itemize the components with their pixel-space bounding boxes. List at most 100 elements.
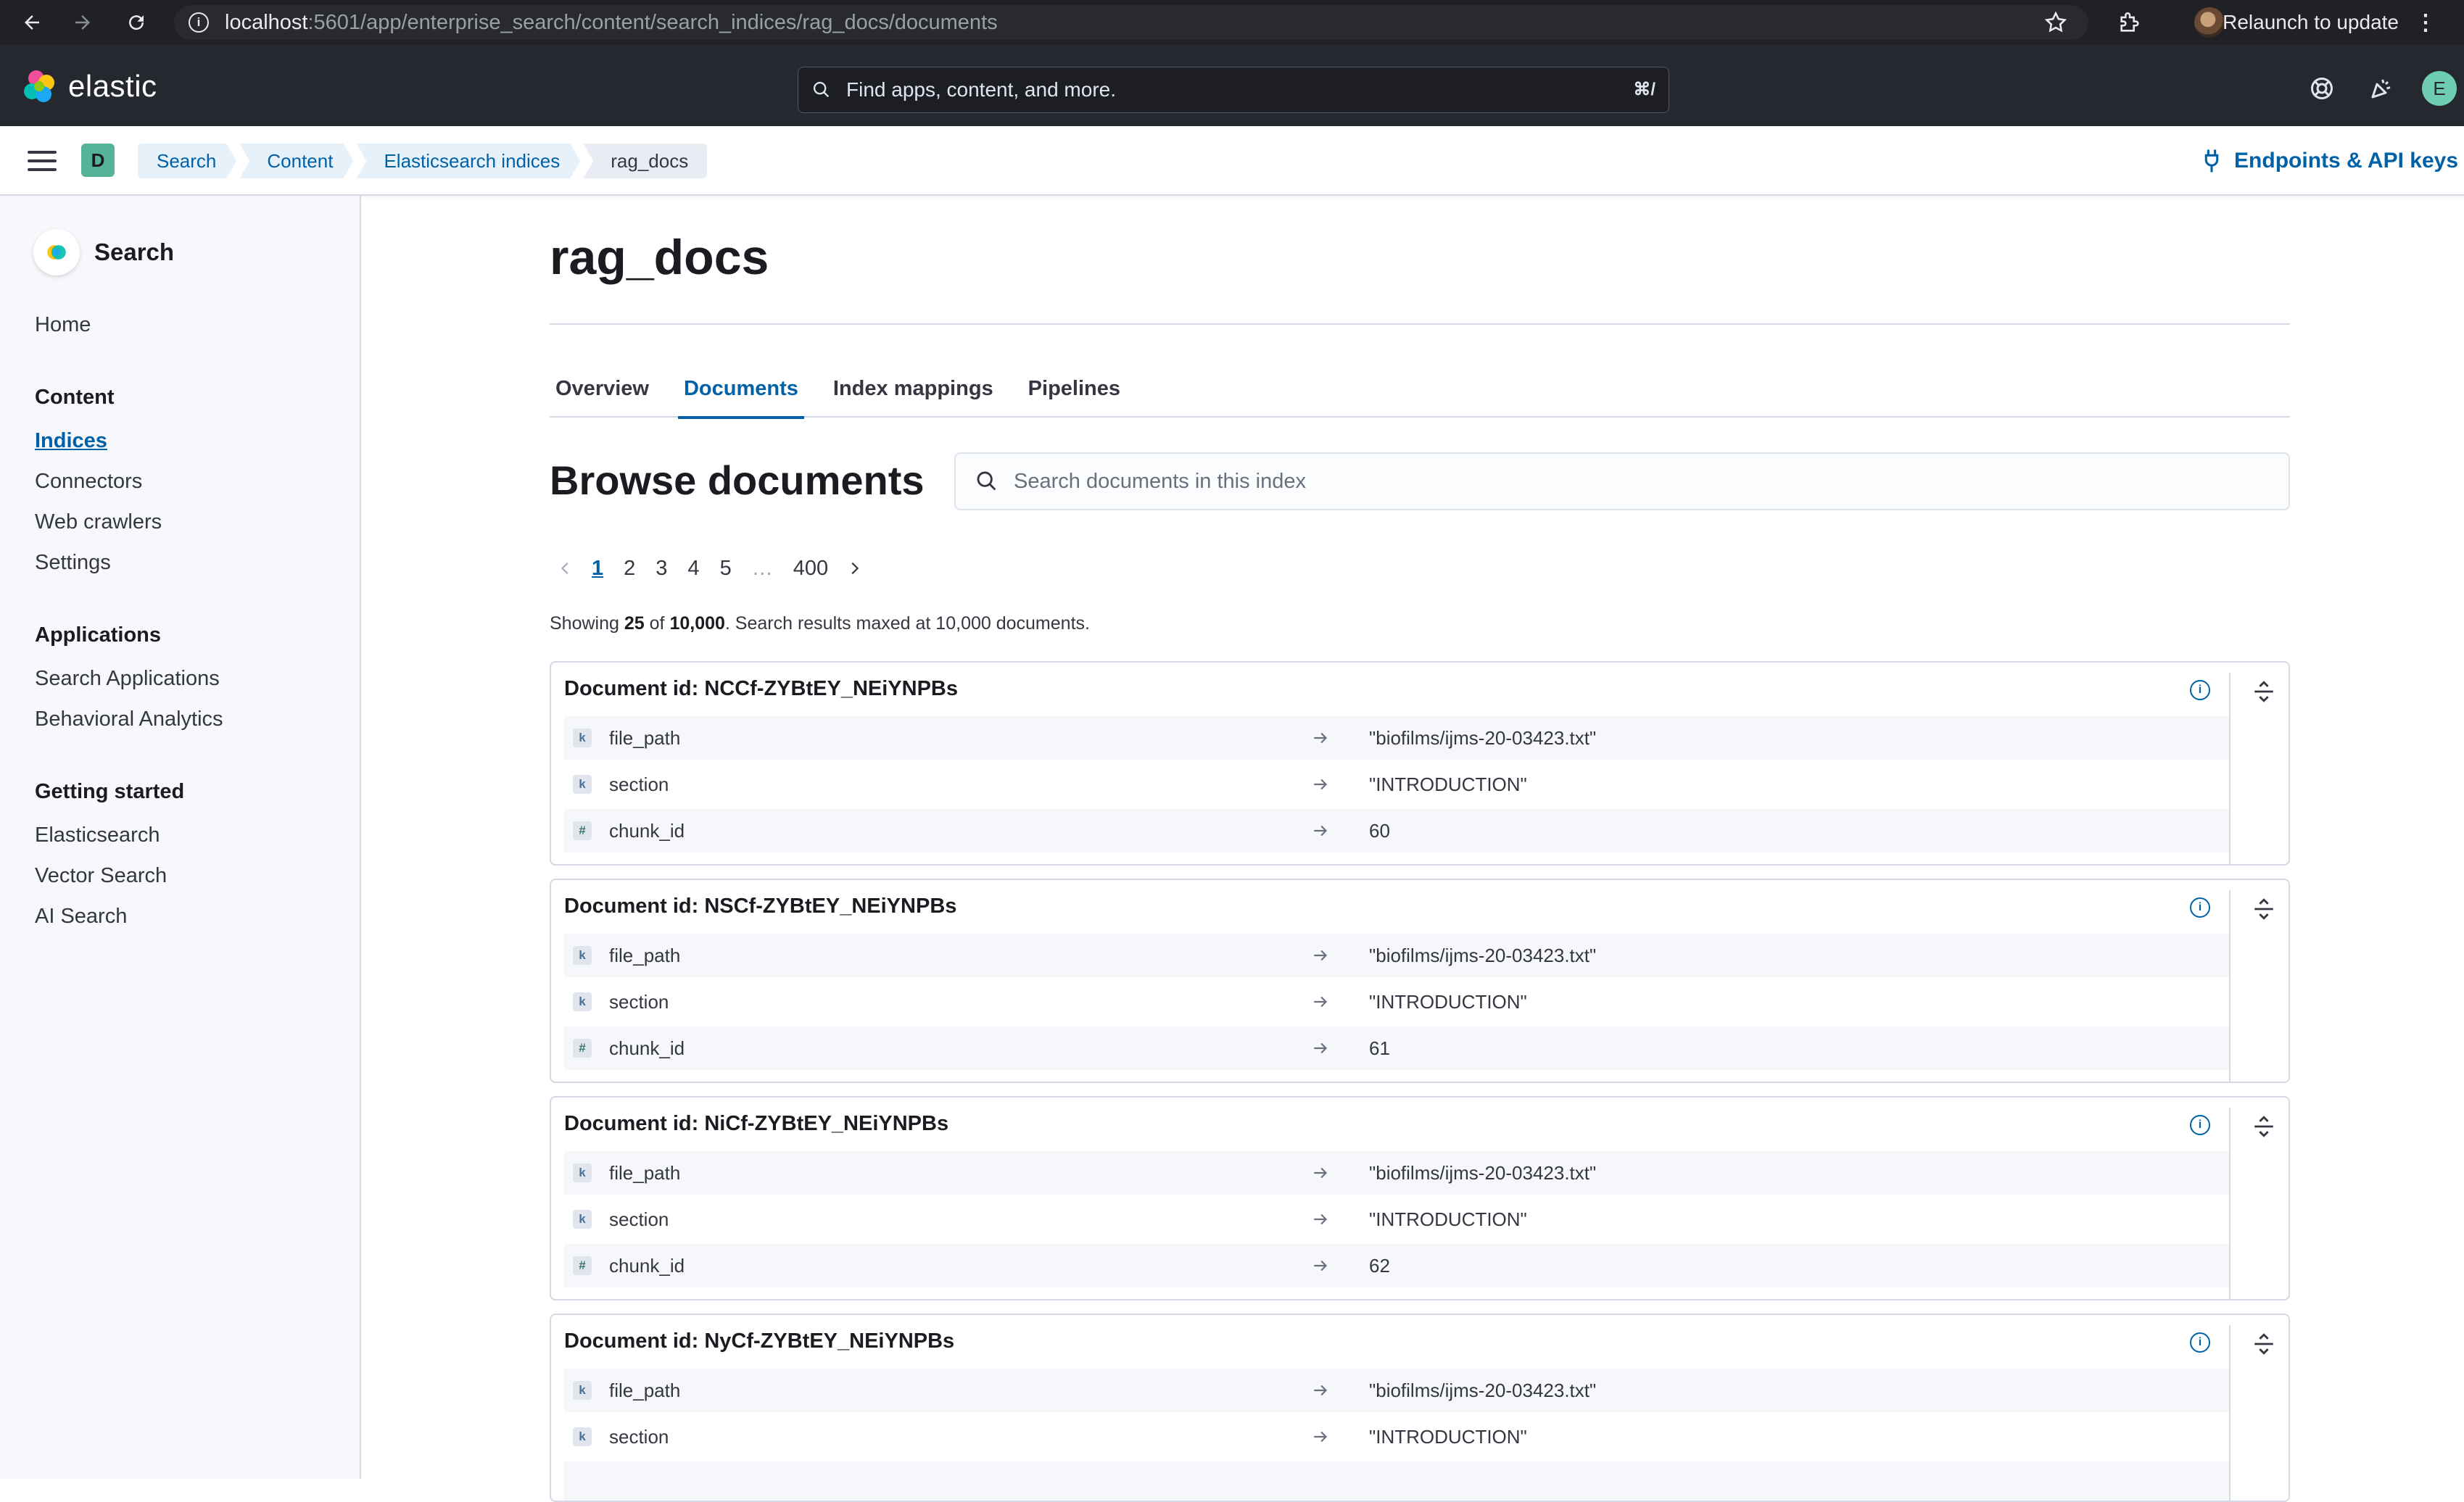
next-page-icon[interactable]: [838, 552, 870, 584]
keyword-type-icon: k: [573, 1427, 592, 1446]
field-row: k file_path "biofilms/ijms-20-03423.txt": [564, 1369, 2229, 1412]
field-value: 60: [1369, 819, 1390, 842]
site-info-icon[interactable]: i: [189, 12, 209, 33]
bookmark-star-icon[interactable]: [2043, 0, 2068, 45]
side-navigation: Search Home Content Indices Connectors W…: [0, 196, 361, 1479]
user-avatar[interactable]: E: [2422, 71, 2457, 106]
expand-document-icon[interactable]: [2245, 1108, 2283, 1145]
sidenav-item-behavioral-analytics[interactable]: Behavioral Analytics: [35, 708, 223, 731]
field-value: "INTRODUCTION": [1369, 990, 1527, 1013]
tab-index-mappings[interactable]: Index mappings: [827, 368, 999, 418]
field-value: 61: [1369, 1037, 1390, 1059]
field-row: # chunk_id 62: [564, 1244, 2229, 1287]
sidenav-group-applications: Applications: [35, 623, 162, 647]
menu-toggle-icon[interactable]: [28, 148, 57, 174]
arrow-right-icon: [1311, 775, 1330, 794]
kibana-subheader: D Search Content Elasticsearch indices r…: [0, 126, 2464, 196]
field-row: k section "INTRODUCTION": [564, 1415, 2229, 1459]
relaunch-label: Relaunch to update: [2223, 11, 2399, 33]
url-host: localhost: [225, 10, 308, 34]
breadcrumb-search[interactable]: Search: [138, 144, 236, 178]
field-value: "biofilms/ijms-20-03423.txt": [1369, 1379, 1597, 1401]
extensions-icon[interactable]: [2117, 0, 2142, 45]
document-search-input[interactable]: [1012, 468, 2245, 494]
sidenav-item-ai-search[interactable]: AI Search: [35, 905, 127, 929]
info-icon[interactable]: i: [2190, 680, 2210, 700]
space-selector[interactable]: D: [81, 144, 115, 177]
sidenav-item-elasticsearch[interactable]: Elasticsearch: [35, 823, 160, 847]
arrow-right-icon: [1311, 1210, 1330, 1229]
document-id: Document id: NSCf-ZYBtEY_NEiYNPBs: [564, 895, 957, 918]
pagination: 1 2 3 4 5 … 400: [550, 551, 870, 586]
elastic-logo[interactable]: elastic: [22, 68, 157, 104]
info-icon[interactable]: i: [2190, 1115, 2210, 1135]
page-title: rag_docs: [550, 230, 769, 285]
results-suffix: . Search results maxed at 10,000 documen…: [724, 613, 1090, 634]
sidenav-item-web-crawlers[interactable]: Web crawlers: [35, 510, 162, 534]
sidenav-item-vector-search[interactable]: Vector Search: [35, 864, 167, 888]
document-search-field[interactable]: [954, 452, 2290, 510]
number-type-icon: #: [573, 1039, 592, 1058]
card-divider: [2229, 1108, 2231, 1299]
card-divider: [2229, 673, 2231, 864]
page-5[interactable]: 5: [711, 557, 740, 581]
page-4[interactable]: 4: [679, 557, 708, 581]
document-card: Document id: NyCf-ZYBtEY_NEiYNPBs i k fi…: [550, 1314, 2290, 1502]
expand-document-icon[interactable]: [2245, 890, 2283, 928]
previous-page-icon[interactable]: [550, 552, 582, 584]
sidenav-item-settings[interactable]: Settings: [35, 551, 111, 575]
page-3[interactable]: 3: [647, 557, 676, 581]
info-icon[interactable]: i: [2190, 897, 2210, 918]
info-icon[interactable]: i: [2190, 1332, 2210, 1353]
document-card: Document id: NSCf-ZYBtEY_NEiYNPBs i k fi…: [550, 879, 2290, 1083]
keyword-type-icon: k: [573, 1210, 592, 1229]
tab-pipelines[interactable]: Pipelines: [1022, 368, 1126, 418]
back-icon[interactable]: [12, 0, 52, 45]
help-icon[interactable]: [2306, 72, 2338, 104]
breadcrumb-elasticsearch-indices[interactable]: Elasticsearch indices: [356, 144, 580, 178]
url-path: :5601/app/enterprise_search/content/sear…: [307, 10, 998, 34]
reload-icon[interactable]: [116, 0, 157, 45]
sidenav-group-getting-started: Getting started: [35, 780, 185, 803]
expand-document-icon[interactable]: [2245, 1325, 2283, 1363]
field-value: "INTRODUCTION": [1369, 773, 1527, 795]
breadcrumb-rag-docs: rag_docs: [583, 144, 708, 178]
global-search-input[interactable]: Find apps, content, and more. ⌘/: [798, 67, 1669, 113]
endpoints-api-keys-button[interactable]: Endpoints & API keys: [2202, 144, 2458, 178]
breadcrumb: Search Content Elasticsearch indices rag…: [138, 144, 710, 178]
expand-document-icon[interactable]: [2245, 673, 2283, 710]
sidenav-item-search-applications[interactable]: Search Applications: [35, 667, 220, 691]
keyword-type-icon: k: [573, 992, 592, 1011]
breadcrumb-content[interactable]: Content: [239, 144, 353, 178]
tab-documents[interactable]: Documents: [677, 368, 804, 419]
field-value: "INTRODUCTION": [1369, 1208, 1527, 1230]
elastic-wordmark: elastic: [68, 69, 157, 103]
keyword-type-icon: k: [573, 1381, 592, 1400]
sidenav-item-connectors[interactable]: Connectors: [35, 470, 142, 494]
profile-avatar[interactable]: [2194, 7, 2225, 38]
field-value: "biofilms/ijms-20-03423.txt": [1369, 726, 1597, 749]
more-icon[interactable]: ⋮: [2415, 10, 2436, 36]
sidenav-item-home[interactable]: Home: [35, 313, 91, 337]
number-type-icon: #: [573, 821, 592, 840]
field-name: chunk_id: [609, 1037, 685, 1059]
field-row: # chunk_id 61: [564, 1026, 2229, 1070]
forward-icon[interactable]: [62, 0, 103, 45]
field-name: chunk_id: [609, 1254, 685, 1277]
arrow-right-icon: [1311, 1381, 1330, 1400]
page-2[interactable]: 2: [615, 557, 644, 581]
relaunch-button[interactable]: Relaunch to update ⋮: [2223, 0, 2436, 45]
page-400[interactable]: 400: [785, 557, 837, 581]
search-icon: [975, 469, 999, 494]
keyword-type-icon: k: [573, 729, 592, 747]
address-bar[interactable]: i localhost:5601/app/enterprise_search/c…: [174, 5, 2088, 40]
tab-overview[interactable]: Overview: [550, 368, 655, 418]
card-divider: [2229, 890, 2231, 1082]
field-row: # chunk_id 60: [564, 809, 2229, 852]
sidenav-item-indices[interactable]: Indices: [35, 429, 107, 453]
document-id: Document id: NiCf-ZYBtEY_NEiYNPBs: [564, 1112, 949, 1135]
field-name: file_path: [609, 726, 681, 749]
newsfeed-icon[interactable]: [2365, 72, 2397, 104]
page-1[interactable]: 1: [583, 557, 612, 581]
field-value: "biofilms/ijms-20-03423.txt": [1369, 1161, 1597, 1184]
